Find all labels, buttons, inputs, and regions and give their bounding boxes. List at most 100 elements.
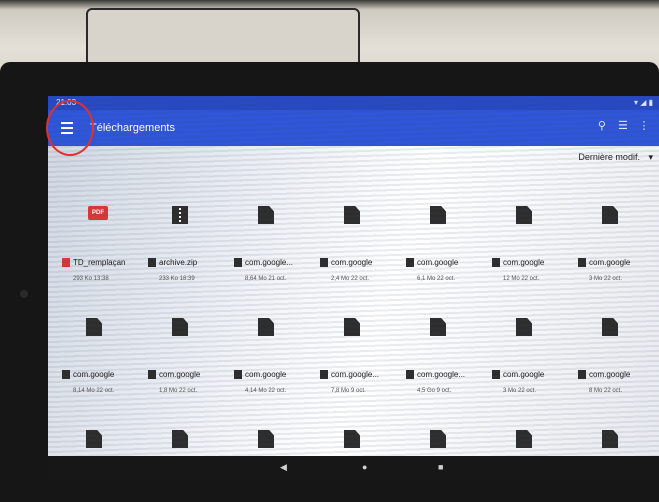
file-icon (344, 430, 360, 448)
file-meta: com.google... 7,8 Mo 9 oct. (320, 370, 398, 394)
file-icon (602, 430, 618, 448)
file-meta: com.google 8 Mo 22 oct. (578, 370, 656, 394)
system-nav-bar: ◀ ● ■ (48, 456, 659, 480)
file-info: 7,8 Mo 9 oct. (331, 388, 366, 394)
file-info: 2,4 Mo 22 oct. (331, 276, 370, 282)
file-name: com.google (159, 370, 201, 379)
file-name: com.google (245, 370, 287, 379)
file-info: 3 Mo 22 oct. (589, 276, 623, 282)
red-circle-annotation (46, 100, 94, 156)
archive-icon (172, 206, 188, 224)
file-tile[interactable]: com.google 2,4 Mo 22 oct. (314, 188, 398, 300)
file-tile[interactable]: com.google 8,14 Mo 22 oct. (56, 300, 140, 412)
search-icon[interactable]: ⚲ (593, 119, 611, 132)
file-meta: TD_remplaçan 293 Ko 13:38 (62, 258, 140, 282)
file-type-icon (406, 370, 414, 379)
file-tile[interactable]: com.google 3 Mo 22 oct. (572, 188, 656, 300)
file-icon (602, 206, 618, 224)
file-name: TD_remplaçan (73, 258, 126, 267)
file-type-icon (320, 370, 328, 379)
file-info: 4,5 Go 9 oct. (417, 388, 452, 394)
file-icon (602, 318, 618, 336)
file-icon (258, 318, 274, 336)
home-button[interactable]: ● (362, 462, 367, 472)
chevron-down-icon: ▾ (648, 152, 653, 162)
page-title: Téléchargements (90, 122, 175, 134)
file-icon (516, 318, 532, 336)
file-type-icon (234, 370, 242, 379)
sort-label: Dernière modif. (578, 152, 640, 162)
file-name: archive.zip (159, 258, 198, 267)
file-meta: com.google 2,4 Mo 22 oct. (320, 258, 398, 282)
file-icon (86, 430, 102, 448)
file-type-icon (492, 258, 500, 267)
pdf-icon: PDF (88, 206, 108, 220)
file-name: com.google... (417, 370, 466, 379)
file-type-icon (62, 258, 70, 267)
file-tile[interactable]: com.google 12 Mo 22 oct. (486, 188, 570, 300)
file-meta: com.google 12 Mo 22 oct. (492, 258, 570, 282)
file-type-icon (148, 258, 156, 267)
file-icon (516, 206, 532, 224)
file-meta: com.google... 8,64 Mo 21 oct. (234, 258, 312, 282)
file-type-icon (62, 370, 70, 379)
file-meta: com.google 6,1 Mo 22 oct. (406, 258, 484, 282)
file-tile[interactable]: com.google 1,8 Mo 22 oct. (142, 300, 226, 412)
file-info: 6,1 Mo 22 oct. (417, 276, 456, 282)
file-info: 3 Mo 22 oct. (503, 388, 537, 394)
file-icon (172, 318, 188, 336)
file-icon (172, 430, 188, 448)
file-name: com.google (589, 370, 631, 379)
laptop-background (86, 8, 360, 70)
file-meta: com.google 4,14 Mo 22 oct. (234, 370, 312, 394)
file-name: com.google... (245, 258, 294, 267)
file-type-icon (492, 370, 500, 379)
file-tile[interactable]: com.google 8 Mo 22 oct. (572, 300, 656, 412)
file-type-icon (234, 258, 242, 267)
file-tile[interactable]: archive.zip 233 Ko 18:39 (142, 188, 226, 300)
file-name: com.google (503, 258, 545, 267)
file-name: com.google (417, 258, 459, 267)
file-meta: com.google 8,14 Mo 22 oct. (62, 370, 140, 394)
back-button[interactable]: ◀ (280, 462, 287, 473)
file-tile[interactable]: com.google... 8,64 Mo 21 oct. (228, 188, 312, 300)
app-bar: Téléchargements ⚲ ☰ ⋮ (48, 110, 659, 146)
file-icon (258, 206, 274, 224)
file-info: 233 Ko 18:39 (159, 276, 195, 282)
file-meta: com.google 1,8 Mo 22 oct. (148, 370, 226, 394)
file-icon (86, 318, 102, 336)
file-tile[interactable]: com.google 4,14 Mo 22 oct. (228, 300, 312, 412)
file-meta: com.google 3 Mo 22 oct. (578, 258, 656, 282)
file-info: 8,64 Mo 21 oct. (245, 276, 287, 282)
file-tile[interactable]: com.google... 7,8 Mo 9 oct. (314, 300, 398, 412)
file-icon (344, 318, 360, 336)
file-type-icon (406, 258, 414, 267)
file-type-icon (578, 258, 586, 267)
status-indicators: ▾ ◢ ▮ (633, 98, 653, 107)
more-icon[interactable]: ⋮ (635, 119, 653, 132)
file-icon (430, 318, 446, 336)
sort-dropdown[interactable]: Dernière modif. ▾ (578, 152, 653, 163)
file-meta: com.google 3 Mo 22 oct. (492, 370, 570, 394)
tablet-screen: 21:03 ▾ ◢ ▮ Téléchargements ⚲ ☰ ⋮ Derniè… (48, 96, 659, 480)
file-info: 293 Ko 13:38 (73, 276, 109, 282)
file-tile[interactable]: com.google 6,1 Mo 22 oct. (400, 188, 484, 300)
file-type-icon (578, 370, 586, 379)
file-name: com.google (73, 370, 115, 379)
file-icon (430, 206, 446, 224)
file-icon (430, 430, 446, 448)
file-tile[interactable]: com.google 3 Mo 22 oct. (486, 300, 570, 412)
view-toggle-icon[interactable]: ☰ (614, 119, 632, 132)
tablet-camera (20, 290, 28, 298)
recents-button[interactable]: ■ (438, 462, 443, 472)
file-name: com.google... (331, 370, 380, 379)
file-tile[interactable]: com.google... 4,5 Go 9 oct. (400, 300, 484, 412)
file-meta: archive.zip 233 Ko 18:39 (148, 258, 226, 282)
file-name: com.google (503, 370, 545, 379)
file-tile[interactable]: PDF TD_remplaçan 293 Ko 13:38 (56, 188, 140, 300)
status-bar: 21:03 ▾ ◢ ▮ (48, 96, 659, 110)
file-info: 1,8 Mo 22 oct. (159, 388, 198, 394)
file-info: 8 Mo 22 oct. (589, 388, 623, 394)
file-name: com.google (331, 258, 373, 267)
file-name: com.google (589, 258, 631, 267)
